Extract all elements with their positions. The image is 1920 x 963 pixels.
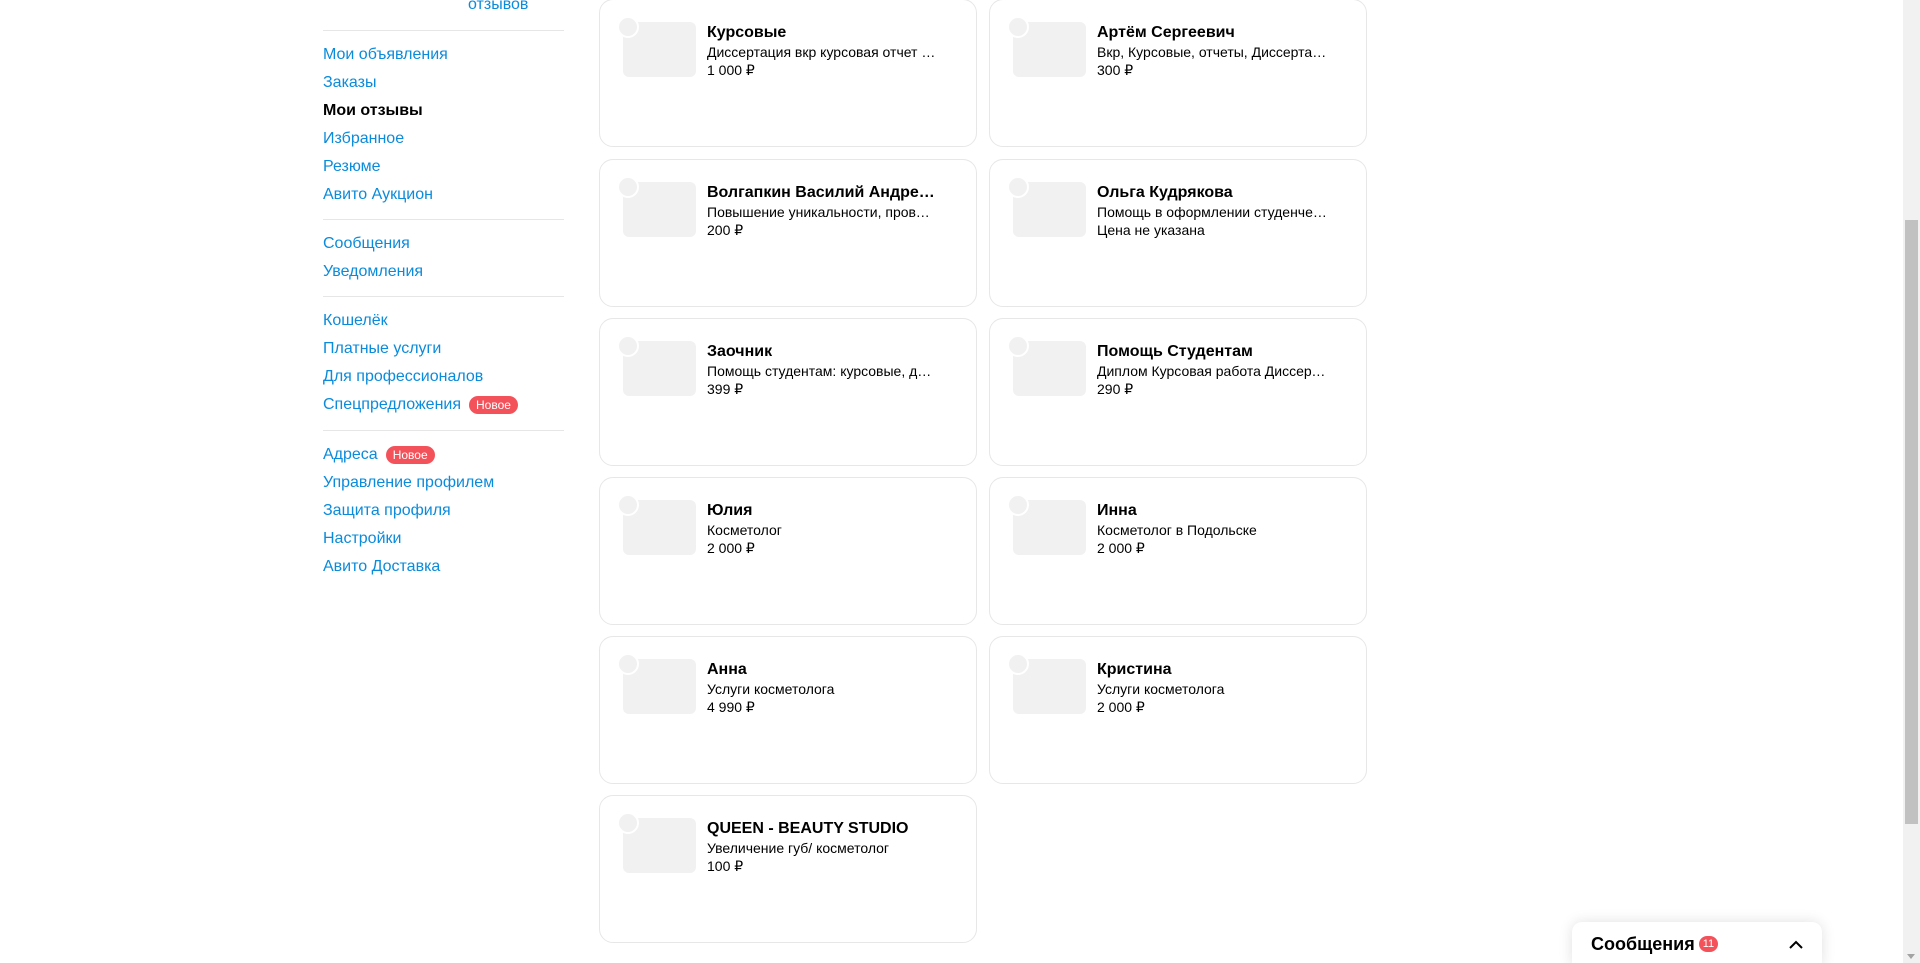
avatar <box>1007 494 1029 516</box>
avatar <box>617 335 639 357</box>
sidebar-item-label: Адреса <box>323 446 378 463</box>
card-description: Помощь в оформлении студенческих работ <box>1097 204 1327 220</box>
sidebar-item-delivery[interactable]: Авито Доставка <box>323 553 494 581</box>
card-title: Помощь Студентам <box>1097 343 1253 360</box>
sidebar-item-settings[interactable]: Настройки <box>323 525 494 553</box>
sidebar-item-messages[interactable]: Сообщения <box>323 230 423 258</box>
card-price: 200 ₽ <box>707 222 744 238</box>
card-description: Вкр, Курсовые, отчеты, Диссертации <box>1097 44 1327 60</box>
card-title: QUEEN - BEAUTY STUDIO <box>707 820 909 837</box>
sidebar-item-orders[interactable]: Заказы <box>323 69 448 97</box>
card-description: Услуги косметолога <box>707 681 835 697</box>
card-title: Кристина <box>1097 661 1172 678</box>
card-price: 2 000 ₽ <box>707 540 755 556</box>
scrollbar-thumb[interactable] <box>1905 220 1918 824</box>
sidebar-divider <box>323 30 564 31</box>
card-title: Заочник <box>707 343 773 360</box>
review-card[interactable]: Артём Сергеевич Вкр, Курсовые, отчеты, Д… <box>989 0 1367 147</box>
unread-count-badge: 11 <box>1698 936 1719 952</box>
avatar <box>1007 653 1029 675</box>
card-price: Цена не указана <box>1097 222 1205 238</box>
card-title: Артём Сергеевич <box>1097 24 1235 41</box>
review-card[interactable]: Волгапкин Василий Андреевич Повышение ун… <box>599 159 977 307</box>
sidebar-item-my-ads[interactable]: Мои объявления <box>323 41 448 69</box>
avatar <box>1007 176 1029 198</box>
review-card[interactable]: Инна Косметолог в Подольске 2 000 ₽ <box>989 477 1367 625</box>
sidebar-item-my-reviews[interactable]: Мои отзывы <box>323 97 448 125</box>
card-description: Помощь студентам: курсовые, дипломы <box>707 363 937 379</box>
card-title: Курсовые <box>707 24 787 41</box>
review-card[interactable]: Кристина Услуги косметолога 2 000 ₽ <box>989 636 1367 784</box>
sidebar-divider <box>323 430 564 431</box>
sidebar-item-notifications[interactable]: Уведомления <box>323 258 423 286</box>
messages-widget-title: Сообщения <box>1591 933 1695 954</box>
messages-widget[interactable]: Сообщения 11 <box>1572 922 1822 963</box>
review-card[interactable]: Ольга Кудрякова Помощь в оформлении студ… <box>989 159 1367 307</box>
card-price: 4 990 ₽ <box>707 699 755 715</box>
sidebar-item-favorites[interactable]: Избранное <box>323 125 448 153</box>
card-description: Увеличение губ/ косметолог <box>707 840 890 856</box>
review-card[interactable]: QUEEN - BEAUTY STUDIO Увеличение губ/ ко… <box>599 795 977 943</box>
review-card[interactable]: Помощь Студентам Диплом Курсовая работа … <box>989 318 1367 466</box>
card-title: Инна <box>1097 502 1137 519</box>
sidebar-item-addresses[interactable]: Адреса Новое <box>323 441 494 469</box>
nav-group-profile: Адреса Новое Управление профилем Защита … <box>323 441 494 581</box>
avatar <box>617 494 639 516</box>
card-price: 2 000 ₽ <box>1097 540 1145 556</box>
card-description: Косметолог в Подольске <box>1097 522 1257 538</box>
review-card[interactable]: Анна Услуги косметолога 4 990 ₽ <box>599 636 977 784</box>
scroll-down-arrow-icon[interactable] <box>1907 954 1915 959</box>
review-card[interactable]: Заочник Помощь студентам: курсовые, дипл… <box>599 318 977 466</box>
card-title: Анна <box>707 661 747 678</box>
nav-group-communication: Сообщения Уведомления <box>323 230 423 286</box>
new-badge: Новое <box>385 446 435 464</box>
nav-group-main: Мои объявления Заказы Мои отзывы Избранн… <box>323 41 448 209</box>
card-description: Диссертация вкр курсовая отчет по практи… <box>707 44 937 60</box>
sidebar-item-paid-services[interactable]: Платные услуги <box>323 335 518 363</box>
sidebar-item-special-offers[interactable]: Спецпредложения Новое <box>323 391 518 419</box>
chevron-up-icon[interactable] <box>1789 937 1803 951</box>
sidebar-divider <box>323 296 564 297</box>
reviews-count-link[interactable]: отзывов <box>468 0 528 14</box>
review-card[interactable]: Юлия Косметолог 2 000 ₽ <box>599 477 977 625</box>
card-description: Услуги косметолога <box>1097 681 1225 697</box>
card-price: 2 000 ₽ <box>1097 699 1145 715</box>
card-price: 290 ₽ <box>1097 381 1134 397</box>
card-description: Диплом Курсовая работа Диссертация <box>1097 363 1327 379</box>
card-description: Повышение уникальности, проверка <box>707 204 937 220</box>
avatar <box>1007 16 1029 38</box>
avatar <box>617 812 639 834</box>
card-title: Юлия <box>707 502 753 519</box>
sidebar-item-auction[interactable]: Авито Аукцион <box>323 181 448 209</box>
review-card[interactable]: Курсовые Диссертация вкр курсовая отчет … <box>599 0 977 147</box>
avatar <box>617 16 639 38</box>
sidebar-item-wallet[interactable]: Кошелёк <box>323 307 518 335</box>
card-description: Косметолог <box>707 522 782 538</box>
new-badge: Новое <box>469 396 518 414</box>
card-title: Ольга Кудрякова <box>1097 184 1233 201</box>
page-scrollbar[interactable] <box>1903 0 1920 963</box>
sidebar-divider <box>323 219 564 220</box>
card-price: 1 000 ₽ <box>707 62 755 78</box>
card-title: Волгапкин Василий Андреевич <box>707 184 937 201</box>
sidebar-item-label: Спецпредложения <box>323 396 461 413</box>
nav-group-finance: Кошелёк Платные услуги Для профессионало… <box>323 307 518 419</box>
sidebar-item-profile-protection[interactable]: Защита профиля <box>323 497 494 525</box>
card-price: 399 ₽ <box>707 381 744 397</box>
sidebar-item-profile-management[interactable]: Управление профилем <box>323 469 494 497</box>
card-price: 300 ₽ <box>1097 62 1134 78</box>
avatar <box>617 653 639 675</box>
avatar <box>1007 335 1029 357</box>
avatar <box>617 176 639 198</box>
sidebar-item-resume[interactable]: Резюме <box>323 153 448 181</box>
sidebar-item-for-pros[interactable]: Для профессионалов <box>323 363 518 391</box>
card-price: 100 ₽ <box>707 858 744 874</box>
